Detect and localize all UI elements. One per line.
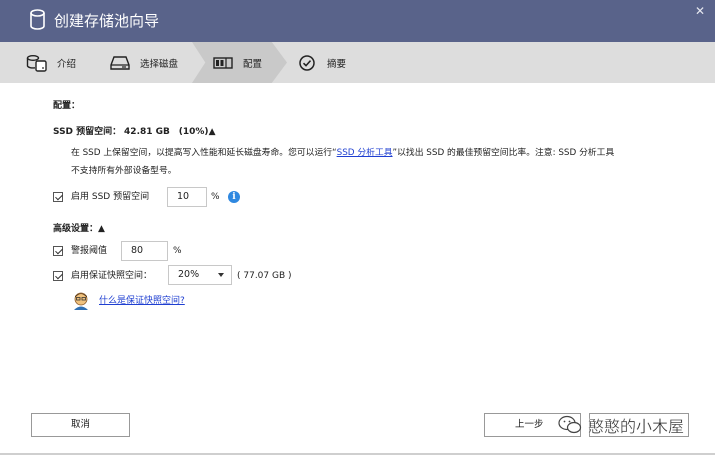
desc-text-prefix: 在 SSD 上保留空间，以提高写入性能和延长磁盘寿命。您可以运行“ <box>71 148 337 158</box>
help-person-icon <box>74 292 88 310</box>
chevron-down-icon <box>218 273 224 277</box>
alert-threshold-checkbox[interactable] <box>53 246 63 256</box>
snapshot-size-value: ( 77.07 GB ) <box>237 271 292 281</box>
ssd-reserve-description-line2: 不支持所有外部设备型号。 <box>71 166 177 176</box>
desc-text-suffix: ”以找出 SSD 的最佳预留空间比率。注意: SSD 分析工具 <box>392 148 615 158</box>
advanced-collapse-toggle[interactable]: ▲ <box>98 224 105 234</box>
alert-threshold-unit: % <box>173 246 182 256</box>
storage-drives-icon <box>26 54 48 72</box>
advanced-heading-text: 高级设置： <box>53 224 99 234</box>
wizard-title: 创建存储池向导 <box>54 12 160 30</box>
guaranteed-snapshot-label: 启用保证快照空间： <box>71 271 153 281</box>
advanced-settings-heading: 高级设置：▲ <box>53 223 105 236</box>
enable-ssd-reserve-checkbox[interactable] <box>53 192 63 202</box>
wizard-title-bar: 创建存储池向导 ✕ <box>0 0 715 42</box>
ssd-reserve-description-line1: 在 SSD 上保留空间，以提高写入性能和延长磁盘寿命。您可以运行“SSD 分析工… <box>71 147 614 160</box>
info-icon[interactable]: i <box>228 191 240 203</box>
wizard-steps-bar: 介绍 选择磁盘 配置 摘要 <box>0 42 715 83</box>
snapshot-percent-select[interactable]: 20% <box>168 265 232 285</box>
alert-threshold-input[interactable]: 80 <box>121 241 168 261</box>
step-summary: 摘要 <box>296 42 346 83</box>
raid-config-icon <box>212 54 234 72</box>
close-icon[interactable]: ✕ <box>695 5 705 17</box>
ssd-reserve-label: SSD 预留空间： <box>53 127 122 137</box>
ssd-reserve-collapse-toggle[interactable]: ▲ <box>209 127 216 137</box>
snapshot-percent-selected: 20% <box>178 269 200 280</box>
ssd-reserve-percent: (10%) <box>178 127 209 137</box>
alert-threshold-label: 警报阈值 <box>71 246 108 256</box>
step-label-summary: 摘要 <box>327 58 347 70</box>
ssd-percent-unit: % <box>211 192 220 202</box>
ssd-reserve-percent-input[interactable]: 10 <box>167 187 207 207</box>
ssd-analysis-tool-link[interactable]: SSD 分析工具 <box>337 148 393 158</box>
watermark-text: 憨憨的小木屋 <box>588 417 685 436</box>
step-select-disks: 选择磁盘 <box>109 42 178 83</box>
step-configure: 配置 <box>212 42 262 83</box>
cancel-button[interactable]: 取消 <box>31 413 130 437</box>
config-heading: 配置： <box>53 101 81 111</box>
ssd-reserve-value: 42.81 GB <box>124 127 170 137</box>
step-intro: 介绍 <box>26 42 76 83</box>
step-label-intro: 介绍 <box>57 58 77 70</box>
step-label-configure: 配置 <box>243 58 263 70</box>
enable-ssd-reserve-label: 启用 SSD 预留空间 <box>71 192 150 202</box>
wechat-icon <box>558 415 582 434</box>
storage-pool-icon <box>30 9 45 30</box>
bottom-divider <box>0 453 715 455</box>
ssd-reserve-summary: SSD 预留空间： 42.81 GB (10%)▲ <box>53 126 215 139</box>
disk-icon <box>109 54 131 72</box>
step-label-select-disks: 选择磁盘 <box>140 58 179 70</box>
guaranteed-snapshot-help-link[interactable]: 什么是保证快照空间? <box>99 295 185 308</box>
checkmark-circle-icon <box>296 54 318 72</box>
guaranteed-snapshot-checkbox[interactable] <box>53 271 63 281</box>
watermark: 憨憨的小木屋 <box>558 413 684 437</box>
